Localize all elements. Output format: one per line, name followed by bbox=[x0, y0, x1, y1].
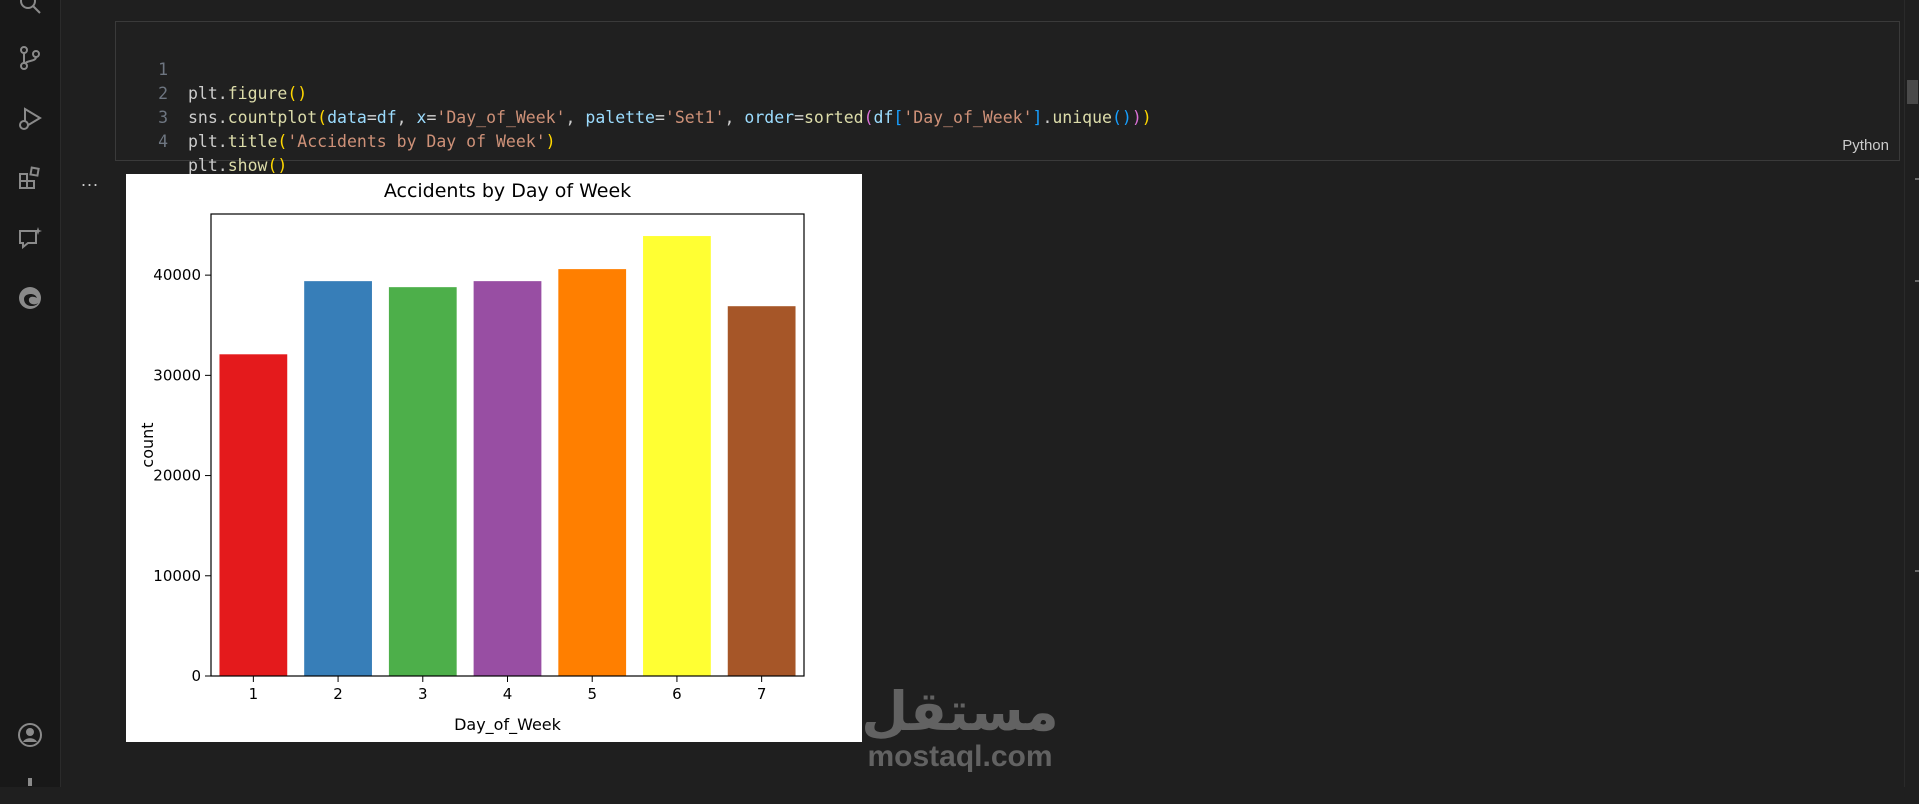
notebook-editor: 1 plt.figure() 2 sns.countplot(data=df, … bbox=[61, 0, 1919, 787]
code-text: plt.figure() bbox=[188, 84, 308, 103]
y-tick-label: 40000 bbox=[153, 266, 201, 284]
code-cell[interactable]: 1 plt.figure() 2 sns.countplot(data=df, … bbox=[115, 21, 1900, 175]
y-axis-label: count bbox=[138, 422, 157, 467]
x-tick-label: 1 bbox=[249, 685, 259, 703]
watermark-logo: مستقل bbox=[861, 680, 1059, 743]
overview-ruler-mark bbox=[1915, 570, 1919, 572]
chart-title: Accidents by Day of Week bbox=[384, 180, 631, 202]
x-tick-label: 6 bbox=[672, 685, 682, 703]
bar bbox=[219, 354, 288, 676]
cell-language-label[interactable]: Python bbox=[1842, 137, 1889, 154]
activity-bar bbox=[0, 0, 61, 787]
source-control-icon[interactable] bbox=[16, 44, 44, 72]
y-tick-label: 10000 bbox=[153, 567, 201, 585]
bar bbox=[558, 269, 627, 676]
code-text: plt.title('Accidents by Day of Week') bbox=[188, 132, 556, 151]
settings-icon[interactable] bbox=[16, 776, 44, 804]
bar bbox=[304, 281, 372, 676]
line-number: 4 bbox=[158, 132, 168, 151]
x-tick-label: 3 bbox=[418, 685, 428, 703]
bar bbox=[388, 287, 457, 676]
code-line: 3 plt.title('Accidents by Day of Week') bbox=[116, 82, 556, 151]
bar-chart: Accidents by Day of Week 1 2 3 4 5 6 7 0 10000 200… bbox=[138, 180, 805, 735]
x-tick-label: 4 bbox=[503, 685, 513, 703]
account-icon[interactable] bbox=[16, 721, 44, 749]
x-axis-label: Day_of_Week bbox=[454, 715, 562, 735]
watermark: مستقل mostaql.com bbox=[855, 682, 1065, 782]
vertical-scrollbar[interactable] bbox=[1904, 0, 1919, 787]
bar bbox=[473, 281, 542, 676]
overview-ruler-mark bbox=[1915, 280, 1919, 282]
edge-browser-icon[interactable] bbox=[16, 284, 44, 312]
code-line: 4 plt.show() bbox=[116, 106, 287, 175]
scrollbar-thumb[interactable] bbox=[1907, 80, 1918, 104]
code-line: 1 plt.figure() bbox=[116, 34, 307, 103]
bar bbox=[643, 236, 711, 676]
run-debug-icon[interactable] bbox=[16, 104, 44, 132]
code-line: 2 sns.countplot(data=df, x='Day_of_Week'… bbox=[116, 58, 1152, 127]
code-text: sns.countplot(data=df, x='Day_of_Week', … bbox=[188, 108, 1152, 127]
chat-icon[interactable] bbox=[16, 224, 44, 252]
y-tick-label: 30000 bbox=[153, 366, 201, 384]
x-tick-label: 5 bbox=[587, 685, 597, 703]
x-tick-label: 2 bbox=[333, 685, 343, 703]
output-more-actions[interactable]: ... bbox=[81, 170, 99, 191]
plot-output: Accidents by Day of Week 1 2 3 4 5 6 7 0 10000 200… bbox=[126, 174, 862, 742]
watermark-text: mostaql.com bbox=[867, 740, 1053, 773]
overview-ruler-mark bbox=[1915, 178, 1919, 180]
y-tick-label: 0 bbox=[191, 667, 201, 685]
extensions-icon[interactable] bbox=[16, 164, 44, 192]
bar bbox=[727, 306, 796, 676]
x-tick-label: 7 bbox=[757, 685, 767, 703]
search-icon[interactable] bbox=[16, 0, 44, 18]
y-tick-label: 20000 bbox=[153, 467, 201, 485]
